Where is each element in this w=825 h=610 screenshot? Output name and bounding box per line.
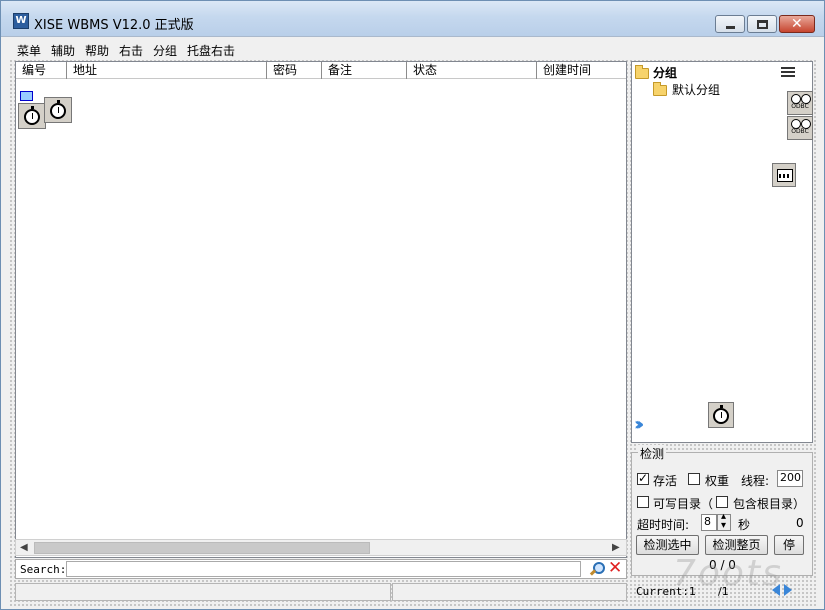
menu-item-rightclick[interactable]: 右击: [119, 42, 143, 59]
check-selected-button[interactable]: 检测选中: [636, 535, 699, 555]
tree-item-default-group[interactable]: 默认分组: [672, 81, 720, 98]
stopwatch-icon: [50, 100, 66, 119]
close-icon: ✕: [791, 16, 803, 32]
timer-tool-button-2[interactable]: [44, 97, 72, 123]
include-root-label: 包含根目录）: [733, 497, 806, 511]
col-header-note[interactable]: 备注: [322, 62, 407, 79]
scroll-right-icon[interactable]: ▶: [612, 542, 620, 553]
minimize-icon: [726, 26, 735, 29]
col-header-status[interactable]: 状态: [407, 62, 537, 79]
scroll-left-icon[interactable]: ◀: [20, 542, 28, 553]
menu-bar: 菜单 辅助 帮助 右击 分组 托盘右击: [1, 37, 824, 59]
timer-tool-button[interactable]: [18, 103, 46, 129]
folder-icon: [635, 65, 649, 79]
col-header-id[interactable]: 编号: [16, 62, 67, 79]
expand-chevrons-icon[interactable]: ›››: [634, 414, 645, 435]
pager-current-input[interactable]: 1: [689, 585, 696, 598]
app-logo-icon: W: [13, 13, 29, 29]
timer-button[interactable]: [708, 402, 734, 428]
horizontal-scrollbar[interactable]: ◀ ▶: [15, 539, 627, 556]
stopwatch-icon: [24, 106, 40, 125]
app-window: W XISE WBMS V12.0 正式版 ✕ 菜单 辅助 帮助 右击 分组 托…: [0, 0, 825, 610]
alive-label: 存活: [653, 474, 678, 488]
threads-label: 线程:: [741, 474, 770, 488]
timeout-unit: 秒: [738, 518, 751, 532]
threads-input[interactable]: 200: [777, 470, 803, 487]
menu-item-menu[interactable]: 菜单: [17, 42, 41, 59]
status-bar-left: [15, 583, 391, 601]
alive-checkbox[interactable]: [637, 471, 649, 485]
check-count: 0: [796, 516, 804, 530]
col-header-address[interactable]: 地址: [67, 62, 267, 79]
check-group-title: 检测: [638, 445, 667, 462]
search-label: Search:: [20, 563, 67, 576]
timeout-stepper[interactable]: [717, 511, 731, 531]
title-bar[interactable]: W XISE WBMS V12.0 正式版 ✕: [1, 1, 824, 37]
page-nav-arrows-icon[interactable]: [772, 584, 796, 596]
odbc-button-1[interactable]: ODBC: [787, 91, 813, 115]
search-bar: Search: ✕: [15, 559, 627, 579]
pager-current-label: Current:: [636, 585, 689, 598]
list-header: 编号 地址 密码 备注 状态 创建时间: [16, 62, 626, 79]
weight-checkbox[interactable]: [688, 473, 700, 485]
stopwatch-icon: [713, 405, 729, 424]
group-tree-panel: 分组 默认分组 ODBC ODBC ›››: [631, 61, 813, 443]
scroll-thumb[interactable]: [34, 542, 370, 554]
col-header-created[interactable]: 创建时间: [537, 62, 626, 79]
timeout-label: 超时时间:: [637, 518, 690, 532]
maximize-icon: [757, 20, 768, 29]
list-view-icon[interactable]: [781, 67, 795, 77]
odbc-button-2[interactable]: ODBC: [787, 116, 813, 140]
include-root-checkbox[interactable]: [716, 496, 728, 508]
monitor-icon: [20, 91, 33, 101]
writable-dir-checkbox[interactable]: [637, 496, 649, 508]
clear-search-icon[interactable]: ✕: [608, 559, 622, 577]
timeout-input[interactable]: 8: [701, 514, 717, 531]
folder-icon: [653, 82, 667, 96]
status-bar-middle: [392, 583, 627, 601]
col-header-password[interactable]: 密码: [267, 62, 322, 79]
menu-item-group[interactable]: 分组: [153, 42, 177, 59]
menu-item-assist[interactable]: 辅助: [51, 42, 75, 59]
pager-total: /1: [718, 585, 729, 598]
minimize-button[interactable]: [715, 15, 745, 33]
menu-item-help[interactable]: 帮助: [85, 42, 109, 59]
weight-label: 权重: [705, 474, 730, 488]
stop-button[interactable]: 停: [774, 535, 804, 555]
maximize-button[interactable]: [747, 15, 777, 33]
window-title: XISE WBMS V12.0 正式版: [34, 18, 194, 33]
check-page-button[interactable]: 检测整页: [705, 535, 768, 555]
search-input[interactable]: [66, 561, 581, 577]
writable-dir-label: 可写目录（: [653, 497, 714, 511]
tree-root-group[interactable]: 分组: [653, 64, 677, 81]
menu-item-tray[interactable]: 托盘右击: [187, 42, 235, 59]
shell-list[interactable]: 编号 地址 密码 备注 状态 创建时间: [15, 61, 627, 558]
search-icon[interactable]: [588, 561, 605, 577]
calculator-button[interactable]: [772, 163, 796, 187]
close-button[interactable]: ✕: [779, 15, 815, 33]
